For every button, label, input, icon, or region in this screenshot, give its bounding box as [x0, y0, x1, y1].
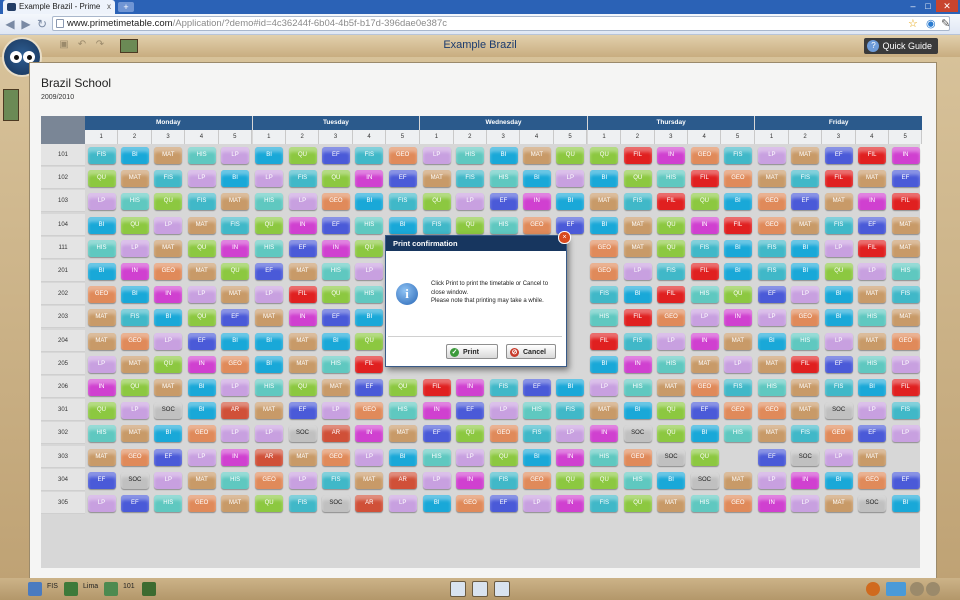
check-icon: ✓ [450, 348, 459, 357]
dialog-message-line-1: Click Print to print the timetable or Ca… [431, 281, 549, 296]
modal-overlay: Print confirmation × i Click Print to pr… [0, 0, 960, 600]
print-confirmation-dialog: Print confirmation × i Click Print to pr… [385, 231, 571, 367]
dialog-message-line-2: Please note that printing may take a whi… [431, 298, 544, 304]
print-button[interactable]: ✓ Print [446, 344, 498, 359]
print-button-label: Print [463, 349, 479, 356]
dialog-message: Click Print to print the timetable or Ca… [431, 280, 556, 306]
dialog-title: Print confirmation [386, 236, 566, 251]
cancel-button-label: Cancel [523, 349, 546, 356]
dialog-divider [388, 336, 562, 337]
close-icon[interactable]: × [558, 231, 571, 244]
cancel-icon: ⊘ [510, 348, 519, 357]
cancel-button[interactable]: ⊘ Cancel [506, 344, 556, 359]
info-icon: i [396, 283, 418, 305]
